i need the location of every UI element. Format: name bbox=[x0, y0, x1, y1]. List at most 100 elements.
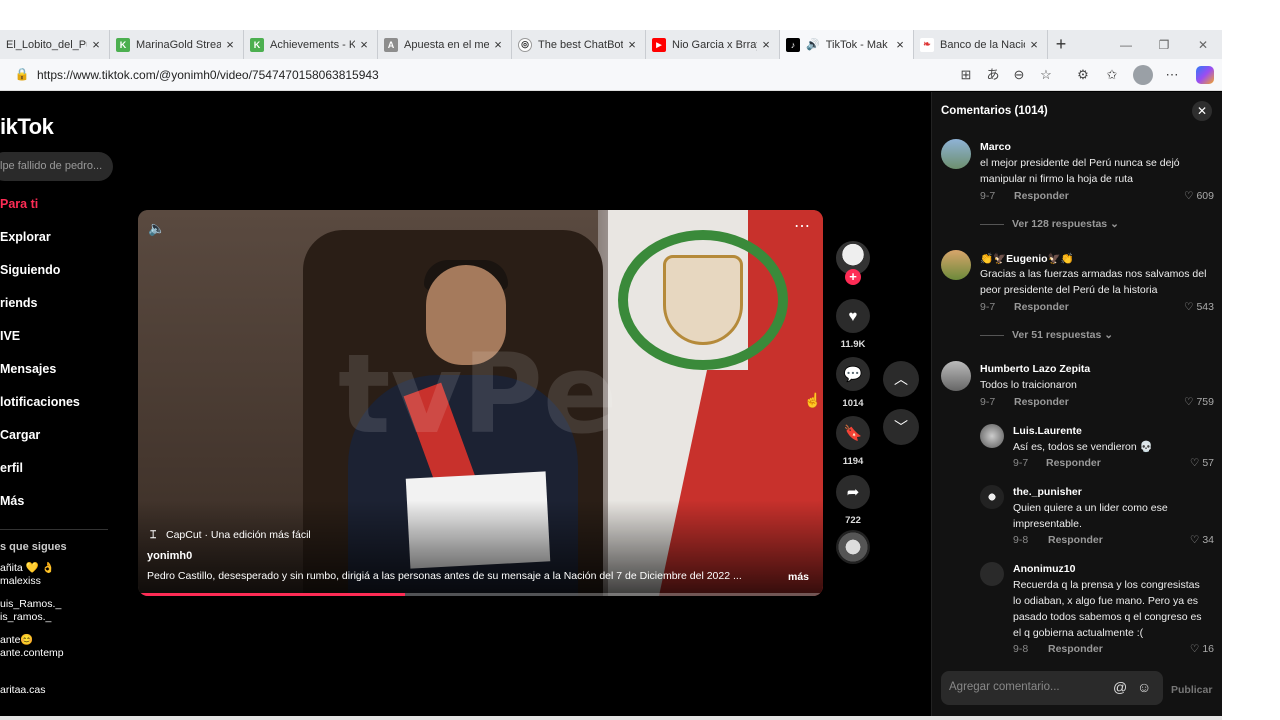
close-tab-icon[interactable]: × bbox=[223, 37, 237, 52]
favorite-star-icon[interactable]: ☆ bbox=[1037, 66, 1055, 84]
emoji-icon[interactable]: ☺ bbox=[1137, 679, 1151, 695]
close-tab-icon[interactable]: × bbox=[491, 37, 505, 52]
profile-avatar[interactable] bbox=[1133, 65, 1153, 85]
reply-button[interactable]: Responder bbox=[1014, 396, 1069, 408]
avatar[interactable] bbox=[980, 424, 1004, 448]
comment-like[interactable]: ♡ 543 bbox=[1154, 301, 1214, 313]
reply-author[interactable]: Luis.Laurente bbox=[1013, 425, 1082, 437]
nav-messages[interactable]: Mensajes bbox=[0, 362, 56, 376]
heart-outline-icon: ♡ bbox=[1184, 190, 1194, 202]
view-replies-link[interactable]: Ver 128 respuestas ⌄ bbox=[980, 218, 1119, 230]
copilot-icon[interactable] bbox=[1196, 66, 1214, 84]
browser-tab[interactable]: ❧ Banco de la Nació × bbox=[914, 30, 1048, 59]
nav-explore[interactable]: Explorar bbox=[0, 230, 51, 244]
close-window-icon[interactable]: ✕ bbox=[1184, 30, 1222, 59]
browser-tab[interactable]: A Apuesta en el mej × bbox=[378, 30, 512, 59]
comment-date: 9-7 bbox=[980, 396, 996, 408]
video-progress-bar[interactable] bbox=[138, 593, 823, 596]
browser-tab-active[interactable]: ♪ 🔊 TikTok - Mak × bbox=[780, 30, 914, 59]
comment-input[interactable]: Agregar comentario... @ ☺ bbox=[941, 671, 1163, 705]
reply-button[interactable]: Responder bbox=[1014, 190, 1069, 202]
reply-button[interactable]: Responder bbox=[1014, 301, 1069, 313]
browser-tab[interactable]: K Achievements - K × bbox=[244, 30, 378, 59]
minimize-icon[interactable]: — bbox=[1107, 30, 1145, 59]
speaker-icon[interactable]: 🔊 bbox=[806, 38, 820, 51]
comment-input-placeholder: Agregar comentario... bbox=[949, 681, 1060, 693]
reply-button[interactable]: Responder bbox=[1048, 534, 1103, 546]
capcut-tag[interactable]: ⌶ CapCut · Una edición más fácil bbox=[150, 529, 311, 542]
tiktok-logo[interactable]: ikTok bbox=[0, 114, 54, 140]
reply-author[interactable]: Anonimuz10 bbox=[1013, 563, 1075, 575]
browser-tab[interactable]: El_Lobito_del_Pue× bbox=[0, 30, 110, 59]
site-info-icon[interactable]: 🔒 bbox=[14, 67, 30, 83]
extensions-icon[interactable]: ⚙ bbox=[1074, 66, 1092, 84]
new-tab-button[interactable]: + bbox=[1048, 30, 1074, 59]
comment-like[interactable]: ♡ 16 bbox=[1154, 643, 1214, 655]
followed-account[interactable]: aritaa.cas bbox=[0, 684, 46, 697]
nav-for-you[interactable]: Para ti bbox=[0, 197, 38, 211]
comment-like[interactable]: ♡ 609 bbox=[1154, 190, 1214, 202]
close-tab-icon[interactable]: × bbox=[89, 37, 103, 52]
zoom-icon[interactable]: ⊖ bbox=[1010, 66, 1028, 84]
close-tab-icon[interactable]: × bbox=[625, 37, 639, 52]
avatar[interactable] bbox=[941, 139, 971, 169]
url-field[interactable]: https://www.tiktok.com/@yonimh0/video/75… bbox=[37, 68, 379, 82]
nav-live[interactable]: IVE bbox=[0, 329, 20, 343]
publish-button[interactable]: Publicar bbox=[1171, 684, 1212, 696]
video-author[interactable]: yonimh0 bbox=[147, 550, 192, 562]
mention-icon[interactable]: @ bbox=[1113, 679, 1127, 695]
close-tab-icon[interactable]: × bbox=[759, 37, 773, 52]
share-button[interactable]: ➦ bbox=[836, 475, 870, 509]
previous-video-button[interactable]: ︿ bbox=[883, 361, 919, 397]
avatar[interactable] bbox=[941, 250, 971, 280]
reply-button[interactable]: Responder bbox=[1048, 643, 1103, 655]
comment-button[interactable]: 💬 bbox=[836, 357, 870, 391]
browser-tab[interactable]: ▶ Nio Garcia x Brray × bbox=[646, 30, 780, 59]
comment-like[interactable]: ♡ 759 bbox=[1154, 396, 1214, 408]
chatbot-icon: ◎ bbox=[518, 37, 532, 52]
comment-author[interactable]: Humberto Lazo Zepita bbox=[980, 363, 1090, 375]
nav-more[interactable]: Más bbox=[0, 494, 24, 508]
reply-button[interactable]: Responder bbox=[1046, 457, 1101, 469]
avatar[interactable] bbox=[941, 361, 971, 391]
followed-account[interactable]: ante😊 ante.contemp bbox=[0, 634, 64, 660]
nav-following[interactable]: Siguiendo bbox=[0, 263, 60, 277]
close-tab-icon[interactable]: × bbox=[893, 37, 907, 52]
favorites-icon[interactable]: ✩ bbox=[1103, 66, 1121, 84]
follow-plus-icon[interactable]: + bbox=[845, 269, 861, 285]
search-input[interactable]: lpe fallido de pedro... bbox=[0, 152, 113, 181]
caption-more-link[interactable]: más bbox=[788, 571, 809, 583]
maximize-icon[interactable]: ❐ bbox=[1145, 30, 1183, 59]
next-video-button[interactable]: ﹀ bbox=[883, 409, 919, 445]
comment-author[interactable]: Marco bbox=[980, 141, 1011, 153]
followed-account[interactable]: uis_Ramos._ is_ramos._ bbox=[0, 598, 61, 624]
avatar[interactable] bbox=[980, 562, 1004, 586]
more-menu-icon[interactable]: ⋯ bbox=[1163, 66, 1181, 84]
nav-notifications[interactable]: lotificaciones bbox=[0, 395, 80, 409]
like-button[interactable]: ♥ bbox=[836, 299, 870, 333]
app-available-icon[interactable]: ⊞ bbox=[957, 66, 975, 84]
video-player[interactable]: tvPe 🔈 ⋯ ⌶ CapCut · Una edición más fácil… bbox=[138, 210, 823, 596]
nav-profile[interactable]: erfil bbox=[0, 461, 23, 475]
comment-date: 9-7 bbox=[980, 190, 996, 202]
comment-like[interactable]: ♡ 57 bbox=[1154, 457, 1214, 469]
followed-account[interactable]: añita 💛 👌 malexiss bbox=[0, 562, 55, 588]
reply-author[interactable]: the._punisher bbox=[1013, 486, 1082, 498]
save-button[interactable]: 🔖 bbox=[836, 416, 870, 450]
avatar[interactable] bbox=[980, 485, 1004, 509]
close-tab-icon[interactable]: × bbox=[357, 37, 371, 52]
view-replies-link[interactable]: Ver 51 respuestas ⌄ bbox=[980, 329, 1113, 341]
browser-tab[interactable]: ◎ The best ChatBot × bbox=[512, 30, 646, 59]
more-options-icon[interactable]: ⋯ bbox=[794, 216, 811, 236]
close-tab-icon[interactable]: × bbox=[1027, 37, 1041, 52]
translate-icon[interactable]: あ bbox=[984, 66, 1002, 84]
browser-tab[interactable]: K MarinaGold Strea × bbox=[110, 30, 244, 59]
nav-upload[interactable]: Cargar bbox=[0, 428, 40, 442]
comment-like[interactable]: ♡ 34 bbox=[1154, 534, 1214, 546]
close-comments-button[interactable]: ✕ bbox=[1192, 101, 1212, 121]
music-disc-icon[interactable] bbox=[836, 530, 870, 564]
nav-friends[interactable]: riends bbox=[0, 296, 38, 310]
volume-icon[interactable]: 🔈 bbox=[148, 220, 168, 238]
comment-author[interactable]: 👏🦅Eugenio🦅👏 bbox=[980, 252, 1074, 265]
youtube-icon: ▶ bbox=[652, 37, 666, 52]
